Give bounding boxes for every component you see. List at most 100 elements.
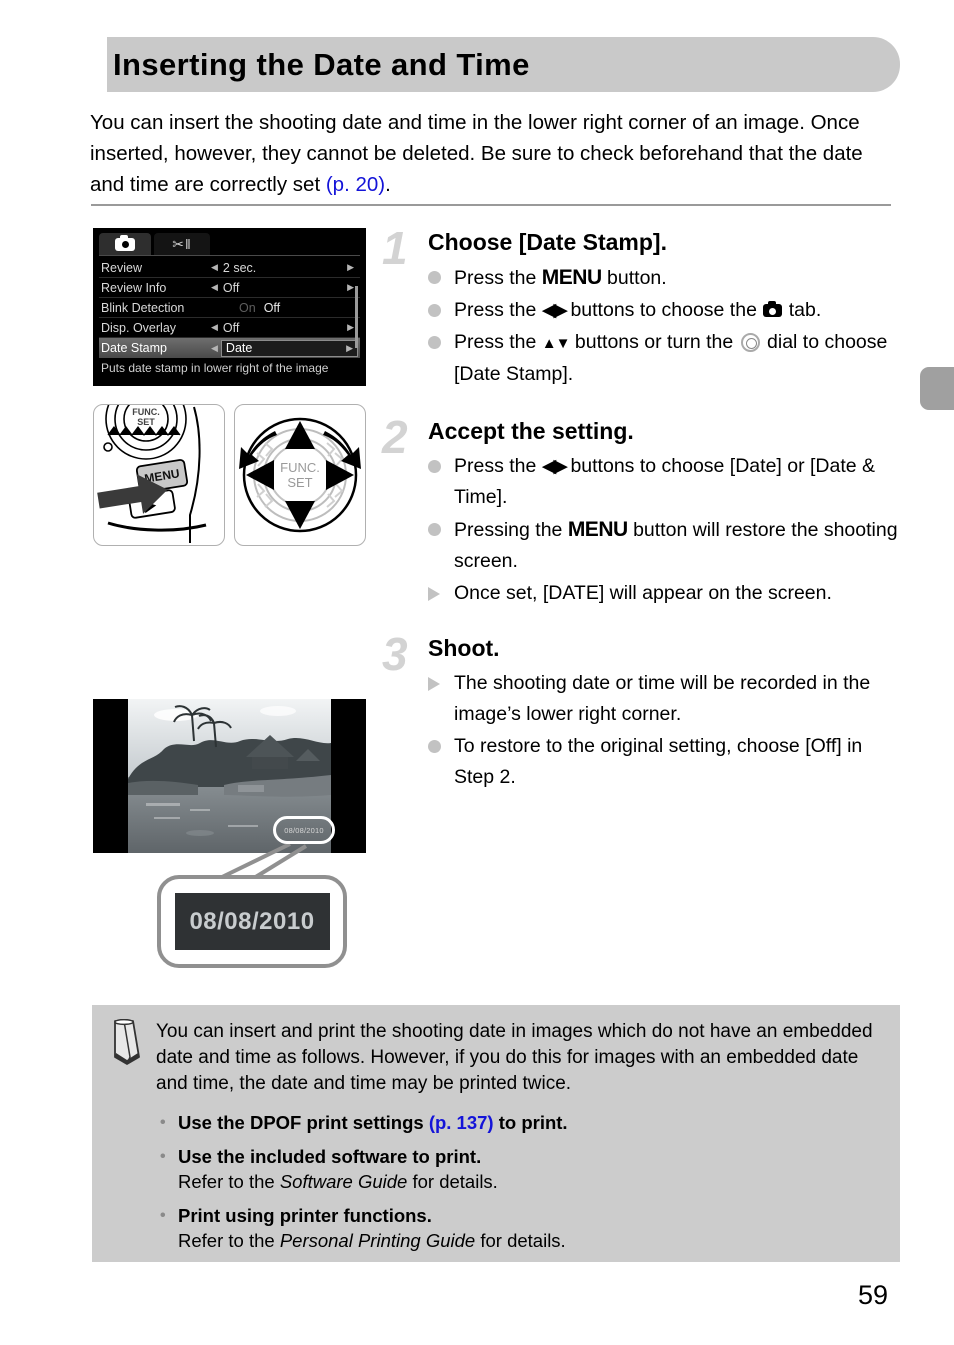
- date-stamp-callout: 08/08/2010: [157, 875, 347, 968]
- camera-menu-button-illustration: FUNC. SET MENU: [93, 404, 225, 546]
- lcd-row-value-off[interactable]: Off: [264, 301, 280, 315]
- control-dial-drawing: FUNC. SET: [239, 417, 361, 533]
- control-dial-illustration: FUNC. SET: [234, 404, 366, 546]
- date-stamp-text: 08/08/2010: [189, 907, 315, 935]
- intro-paragraph: You can insert the shooting date and tim…: [90, 107, 890, 200]
- page-reference-link[interactable]: (p. 137): [429, 1112, 494, 1133]
- func-label: FUNC.: [280, 460, 320, 475]
- steps-column: 1 Choose [Date Stamp]. Press the MENU bu…: [382, 225, 902, 794]
- bullet-text: Pressing the MENU button will restore th…: [454, 514, 902, 577]
- note-item-heading: • Use the DPOF print settings (p. 137) t…: [156, 1110, 886, 1135]
- bullet-item: Once set, [DATE] will appear on the scre…: [428, 578, 902, 609]
- note-list: • Use the DPOF print settings (p. 137) t…: [156, 1110, 886, 1253]
- section-divider: [91, 204, 891, 206]
- manual-page: Inserting the Date and Time You can inse…: [0, 0, 954, 1345]
- step-2: 2 Accept the setting. Press the ◀▶ butto…: [382, 414, 902, 609]
- page-reference-link[interactable]: (p. 20): [326, 173, 385, 196]
- step-bullets: Press the MENU button. Press the ◀▶ butt…: [428, 262, 902, 390]
- lcd-row-disp-overlay[interactable]: Disp. Overlay ◀ Off ▶: [99, 318, 360, 338]
- guide-title: Personal Printing Guide: [279, 1230, 476, 1251]
- bullet-text-part: tab.: [783, 299, 822, 321]
- photo-date-stamp: 08/08/2010: [284, 825, 324, 835]
- down-arrow-icon: [285, 501, 315, 529]
- lcd-row-label: Review Info: [101, 280, 167, 295]
- intro-text-before: You can insert the shooting date and tim…: [90, 111, 863, 196]
- right-arrow-icon: ▶: [347, 322, 354, 332]
- bullet-text: Press the MENU button.: [454, 262, 902, 294]
- step-number: 1: [382, 222, 408, 274]
- left-arrow-icon: ◀: [211, 342, 218, 353]
- lcd-row-review[interactable]: Review ◀ 2 sec. ▶: [99, 258, 360, 278]
- note-item-text: Print using printer functions.: [178, 1205, 432, 1226]
- step-number: 3: [382, 628, 408, 680]
- note-bullet-icon: •: [160, 1207, 166, 1224]
- lcd-help-caption: Puts date stamp in lower right of the im…: [101, 361, 329, 375]
- menu-button-label: MENU: [567, 518, 628, 541]
- bullet-text: Press the ▲▼ buttons or turn the dial to…: [454, 327, 902, 390]
- bullet-text-part: Press the: [454, 267, 542, 289]
- control-dial-icon: [740, 333, 760, 352]
- step-3: 3 Shoot. The shooting date or time will …: [382, 631, 902, 793]
- bullet-text: To restore to the original setting, choo…: [454, 735, 863, 788]
- chapter-edge-tab: [920, 367, 954, 410]
- camera-tab-icon: [763, 301, 783, 317]
- right-arrow-icon: ▶: [346, 342, 353, 353]
- bullet-item: Press the ▲▼ buttons or turn the dial to…: [428, 327, 902, 390]
- step-number: 2: [382, 411, 408, 463]
- lcd-row-label: Review: [101, 260, 142, 275]
- lcd-scrollbar[interactable]: [355, 286, 358, 348]
- lcd-row-value-on[interactable]: On: [239, 301, 256, 315]
- note-item-text: Use the included software to print.: [178, 1146, 482, 1167]
- page-title: Inserting the Date and Time: [113, 46, 530, 82]
- left-arrow-icon: ◀: [211, 322, 218, 332]
- lcd-row-value: 2 sec.: [222, 260, 257, 275]
- date-stamp-highlight-ring: 08/08/2010: [273, 816, 335, 844]
- lcd-row-value: Date: [225, 341, 253, 355]
- bullet-text: Once set, [DATE] will appear on the scre…: [454, 582, 832, 604]
- lcd-tab-settings[interactable]: ✂‖: [154, 233, 210, 255]
- left-arrow-icon: ◀: [211, 282, 218, 292]
- pencil-icon: [114, 1019, 140, 1065]
- up-arrow-icon: [285, 421, 315, 449]
- bullet-item: Press the ◀▶ buttons to choose [Date] or…: [428, 451, 902, 513]
- bullet-text-part: Press the: [454, 299, 542, 321]
- right-arrow-icon: ▶: [347, 282, 354, 292]
- wrench-tools-icon: ✂‖: [172, 236, 192, 252]
- bullet-text-part: buttons to choose the: [565, 299, 763, 321]
- guide-title: Software Guide: [279, 1171, 408, 1192]
- bullet-text-part: Press the: [454, 455, 542, 477]
- note-content: You can insert and print the shooting da…: [156, 1019, 886, 1262]
- lcd-menu-rows: Review ◀ 2 sec. ▶ Review Info ◀ Off ▶ Bl…: [99, 258, 360, 358]
- lcd-tab-shooting[interactable]: [99, 233, 151, 255]
- bullet-dot-icon: [428, 731, 454, 762]
- bullet-dot-icon: [428, 327, 454, 358]
- page-number: 59: [857, 1280, 888, 1310]
- page-title-banner: Inserting the Date and Time: [107, 37, 900, 92]
- step-1: 1 Choose [Date Stamp]. Press the MENU bu…: [382, 225, 902, 390]
- bullet-triangle-icon: [428, 578, 454, 609]
- bullet-dot-icon: [428, 262, 454, 293]
- bullet-text-part: Pressing the: [454, 519, 568, 541]
- menu-button-drawing: FUNC. SET MENU: [97, 405, 207, 543]
- camera-lcd-menu-screenshot: ✂‖ Review ◀ 2 sec. ▶ Review Info ◀ Off ▶: [93, 228, 366, 386]
- bullet-dot-icon: [428, 514, 454, 545]
- bullet-item: To restore to the original setting, choo…: [428, 731, 902, 793]
- note-item-text: Use the DPOF print settings (p. 137) to …: [178, 1112, 568, 1133]
- bullet-text-part: button.: [601, 267, 667, 289]
- bullet-dot-icon: [428, 295, 454, 326]
- bullet-text: The shooting date or time will be record…: [454, 672, 871, 725]
- lcd-row-review-info[interactable]: Review Info ◀ Off ▶: [99, 278, 360, 298]
- date-stamp-enlarged: 08/08/2010: [174, 893, 330, 950]
- step-bullets: The shooting date or time will be record…: [428, 668, 902, 793]
- step-bullets: Press the ◀▶ buttons to choose [Date] or…: [428, 451, 902, 609]
- left-right-buttons-icon: ◀▶: [541, 456, 568, 477]
- note-box: You can insert and print the shooting da…: [92, 1005, 900, 1262]
- bullet-text-part: Press the: [454, 331, 542, 353]
- note-item-subtext: Refer to the Software Guide for details.: [178, 1171, 498, 1192]
- left-arrow-icon: ◀: [211, 262, 218, 272]
- bullet-item: Press the ◀▶ buttons to choose the tab.: [428, 295, 902, 326]
- bullet-text-part: buttons or turn the: [569, 331, 739, 353]
- lcd-row-blink-detection[interactable]: Blink Detection On Off: [99, 298, 360, 318]
- up-down-buttons-icon: ▲▼: [541, 335, 571, 352]
- lcd-row-date-stamp-selected[interactable]: Date Stamp ◀ Date ▶: [99, 338, 360, 358]
